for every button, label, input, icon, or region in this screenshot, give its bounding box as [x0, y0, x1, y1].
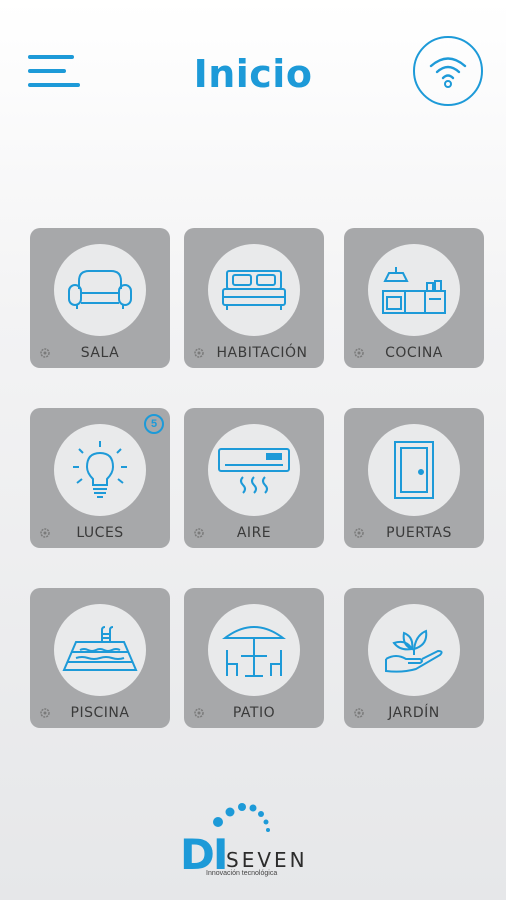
icon-circle: [54, 244, 146, 336]
room-tile-piscina[interactable]: PISCINA: [30, 588, 170, 728]
count-badge: 5: [144, 414, 164, 434]
room-tile-habitacion[interactable]: HABITACIÓN: [184, 228, 324, 368]
icon-circle: [54, 424, 146, 516]
sofa-icon: [68, 270, 132, 309]
icon-circle: [54, 604, 146, 696]
bed-icon: [222, 270, 286, 310]
room-tile-cocina[interactable]: COCINA: [344, 228, 484, 368]
lightbulb-icon: [73, 441, 127, 498]
room-tile-aire[interactable]: AIRE: [184, 408, 324, 548]
room-tile-puertas[interactable]: PUERTAS: [344, 408, 484, 548]
patio-icon: [222, 626, 286, 677]
kitchen-icon: [382, 267, 446, 314]
room-tile-jardin[interactable]: JARDÍN: [344, 588, 484, 728]
garden-icon: [385, 629, 443, 673]
room-label: PUERTAS: [386, 525, 452, 541]
room-tile-sala[interactable]: SALA: [30, 228, 170, 368]
door-icon: [394, 441, 434, 499]
logo-tagline: Innovación tecnológica: [206, 870, 278, 877]
room-tile-luces[interactable]: 5 LUCES: [30, 408, 170, 548]
wifi-icon: [429, 57, 467, 88]
room-label: PISCINA: [70, 705, 130, 721]
icon-circle: [208, 424, 300, 516]
room-label: PATIO: [232, 705, 276, 721]
room-label: AIRE: [236, 525, 272, 541]
pool-icon: [62, 626, 138, 671]
icon-circle: [368, 604, 460, 696]
room-label: SALA: [80, 345, 120, 361]
brand-logo: DI SEVEN Innovación tecnológica: [180, 800, 330, 880]
room-label: LUCES: [76, 525, 124, 541]
icon-circle: [208, 244, 300, 336]
icon-circle: [208, 604, 300, 696]
room-label: HABITACIÓN: [216, 345, 308, 361]
icon-circle: [368, 244, 460, 336]
room-label: JARDÍN: [388, 705, 440, 721]
logo-seven: SEVEN: [226, 848, 308, 872]
wifi-button[interactable]: [413, 36, 483, 106]
room-label: COCINA: [385, 345, 443, 361]
icon-circle: [368, 424, 460, 516]
room-tile-patio[interactable]: PATIO: [184, 588, 324, 728]
air-conditioner-icon: [218, 448, 290, 494]
